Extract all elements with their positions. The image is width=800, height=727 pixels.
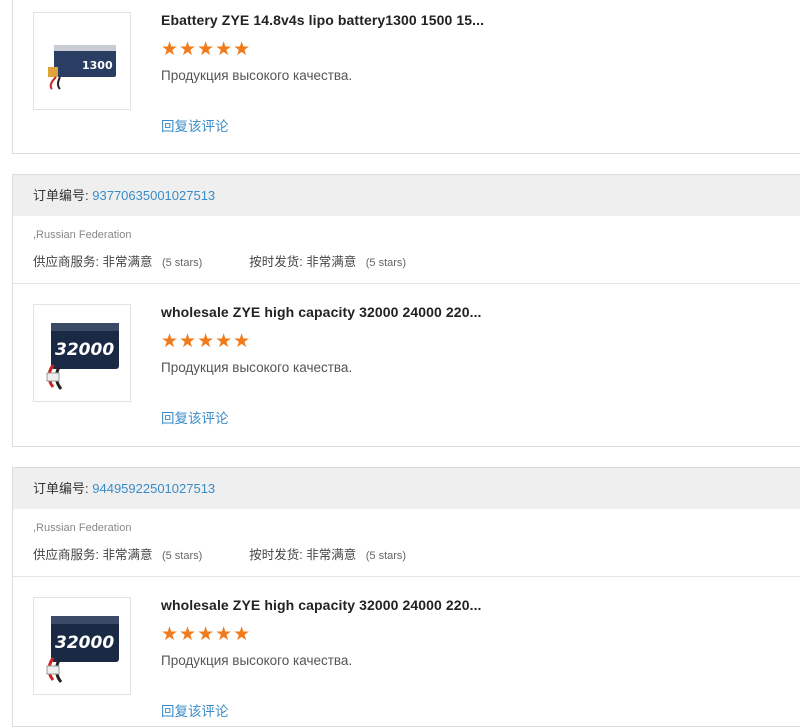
rating-stars: ★★★★★ [161, 39, 252, 60]
supplier-service-value: 非常满意 [102, 255, 153, 269]
service-ratings: 供应商服务: 非常满意 (5 stars) 按时发货: 非常满意 (5 star… [33, 544, 406, 563]
supplier-service-stars: (5 stars) [161, 550, 203, 562]
order-header: 订单编号: 93770635001027513 [13, 175, 800, 216]
product-thumbnail[interactable]: 1300 [33, 12, 131, 110]
battery-small-image: 1300 [48, 45, 116, 90]
reply-link[interactable]: 回复该评论 [161, 700, 229, 720]
rating-stars: ★★★★★ [161, 624, 252, 645]
review-text: Продукция высокого качества. [161, 360, 353, 375]
divider [13, 283, 800, 284]
product-thumbnail[interactable]: 32000 [33, 597, 131, 695]
review-block-2: 订单编号: 93770635001027513 ,Russian Federat… [12, 174, 800, 447]
reply-link[interactable]: 回复该评论 [161, 407, 229, 427]
delivery-label: 按时发货: [249, 548, 303, 562]
review-block-1: 1300 Ebattery ZYE 14.8v4s lipo battery13… [12, 0, 800, 154]
review-block-3: 订单编号: 94495922501027513 ,Russian Federat… [12, 467, 800, 727]
divider [13, 576, 800, 577]
buyer-country: ,Russian Federation [33, 229, 132, 241]
product-title[interactable]: Ebattery ZYE 14.8v4s lipo battery1300 15… [161, 12, 484, 28]
battery-label-text: 32000 [55, 633, 114, 653]
product-title[interactable]: wholesale ZYE high capacity 32000 24000 … [161, 304, 482, 320]
order-number[interactable]: 93770635001027513 [92, 188, 215, 203]
delivery-stars: (5 stars) [365, 257, 407, 269]
reply-link[interactable]: 回复该评论 [161, 115, 229, 135]
order-number[interactable]: 94495922501027513 [92, 481, 215, 496]
battery-large-image: 32000 [46, 323, 119, 390]
battery-large-image: 32000 [46, 616, 119, 683]
battery-label-text: 1300 [82, 59, 113, 72]
order-header: 订单编号: 94495922501027513 [13, 468, 800, 509]
delivery-stars: (5 stars) [365, 550, 407, 562]
battery-label-text: 32000 [55, 340, 114, 360]
supplier-service-value: 非常满意 [102, 548, 153, 562]
supplier-service-label: 供应商服务: [33, 255, 99, 269]
delivery-label: 按时发货: [249, 255, 303, 269]
rating-stars: ★★★★★ [161, 331, 252, 352]
order-number-label: 订单编号: [33, 188, 89, 203]
buyer-country: ,Russian Federation [33, 522, 132, 534]
service-ratings: 供应商服务: 非常满意 (5 stars) 按时发货: 非常满意 (5 star… [33, 251, 406, 270]
review-text: Продукция высокого качества. [161, 68, 353, 83]
supplier-service-stars: (5 stars) [161, 257, 203, 269]
delivery-value: 非常满意 [306, 548, 357, 562]
delivery-value: 非常满意 [306, 255, 357, 269]
review-text: Продукция высокого качества. [161, 653, 353, 668]
product-thumbnail[interactable]: 32000 [33, 304, 131, 402]
product-title[interactable]: wholesale ZYE high capacity 32000 24000 … [161, 597, 482, 613]
supplier-service-label: 供应商服务: [33, 548, 99, 562]
order-number-label: 订单编号: [33, 481, 89, 496]
